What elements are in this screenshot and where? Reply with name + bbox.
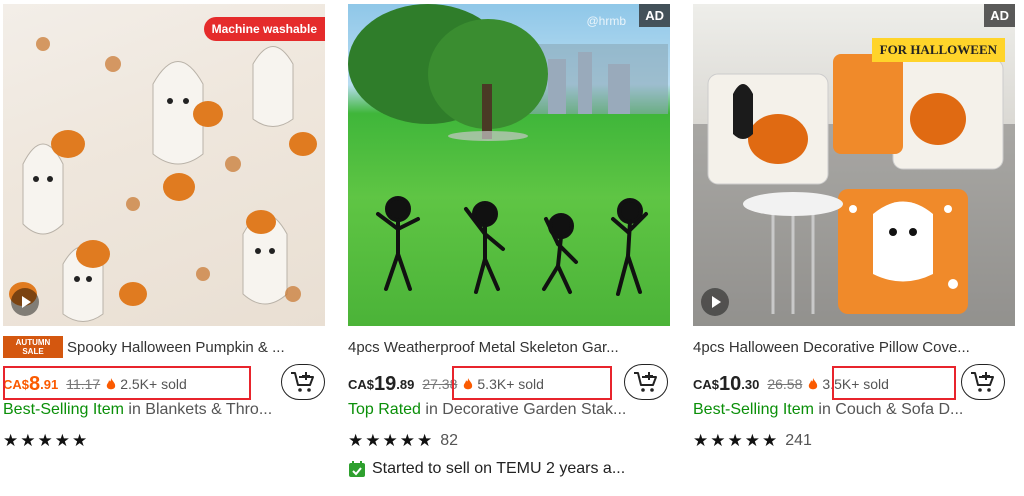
product-title[interactable]: 4pcs Halloween Decorative Pillow Cove...: [693, 339, 970, 356]
category-line[interactable]: Top Rated in Decorative Garden Stak...: [348, 401, 670, 423]
category-line[interactable]: Best-Selling Item in Blankets & Thro...: [3, 401, 325, 423]
annotation-highlight-box: [3, 366, 251, 400]
price-currency: CA$: [348, 376, 375, 392]
review-count: 82: [440, 432, 458, 449]
calendar-check-icon: [349, 461, 365, 477]
best-selling-label: Best-Selling Item: [3, 401, 124, 418]
top-rated-label: Top Rated: [348, 401, 421, 418]
seller-note-row: Started to sell on TEMU 2 years a...: [348, 458, 670, 480]
seller-note: Started to sell on TEMU 2 years a...: [372, 460, 626, 477]
fire-icon: [809, 377, 818, 389]
old-price: 26.58: [767, 376, 803, 392]
rating-stars: ★★★★★ 241: [693, 430, 812, 452]
category-text[interactable]: in Couch & Sofa D...: [814, 401, 963, 418]
stars: ★★★★★: [348, 431, 435, 450]
price-cents: .30: [741, 376, 760, 392]
autumn-sale-badge: AUTUMN SALE: [3, 336, 63, 358]
garden-skeleton-illustration: [348, 4, 668, 296]
add-to-cart-button[interactable]: [624, 364, 668, 400]
autumn-badge-line2: SALE: [22, 347, 44, 356]
price-cents: .89: [396, 376, 415, 392]
product-image[interactable]: AD FOR HALLOWEEN: [693, 4, 1015, 326]
product-card[interactable]: @hrmb AD 4pcs Weatherproof Metal Skeleto…: [348, 0, 678, 496]
product-title-row[interactable]: AUTUMN SALE Spooky Halloween Pumpkin & .…: [3, 336, 325, 358]
product-card[interactable]: Machine washable AUTUMN SALE Spooky Hall…: [3, 0, 333, 496]
annotation-highlight-box: [832, 366, 956, 400]
product-image[interactable]: Machine washable: [3, 4, 325, 326]
best-selling-label: Best-Selling Item: [693, 401, 814, 418]
cart-plus-icon: [634, 372, 657, 392]
stars: ★★★★★: [693, 431, 780, 450]
category-line[interactable]: Best-Selling Item in Couch & Sofa D...: [693, 401, 1015, 423]
for-halloween-badge: FOR HALLOWEEN: [871, 38, 1005, 62]
product-title[interactable]: 4pcs Weatherproof Metal Skeleton Gar...: [348, 339, 619, 356]
machine-washable-badge: Machine washable: [203, 17, 325, 41]
rating-stars: ★★★★★ 82: [348, 430, 458, 452]
cart-plus-icon: [291, 372, 314, 392]
add-to-cart-button[interactable]: [281, 364, 325, 400]
category-text[interactable]: in Blankets & Thro...: [124, 401, 272, 418]
ad-badge: AD: [639, 4, 670, 27]
blanket-illustration: [9, 37, 317, 322]
price-whole: 10: [719, 372, 742, 395]
product-card[interactable]: AD FOR HALLOWEEN 4pcs Halloween Decorati…: [693, 0, 1023, 496]
category-text[interactable]: in Decorative Garden Stak...: [421, 401, 626, 418]
product-image[interactable]: @hrmb AD: [348, 4, 670, 326]
autumn-badge-line1: AUTUMN: [15, 338, 51, 347]
cart-plus-icon: [971, 372, 994, 392]
price-whole: 19: [374, 372, 397, 395]
product-title[interactable]: Spooky Halloween Pumpkin & ...: [67, 339, 285, 356]
product-title-row[interactable]: 4pcs Weatherproof Metal Skeleton Gar...: [348, 336, 670, 358]
stars: ★★★★★: [3, 431, 90, 450]
add-to-cart-button[interactable]: [961, 364, 1005, 400]
review-count: 241: [785, 432, 812, 449]
play-video-icon[interactable]: [11, 288, 39, 316]
price-currency: CA$: [693, 376, 720, 392]
ad-badge: AD: [984, 4, 1015, 27]
image-watermark: @hrmb: [586, 14, 626, 28]
annotation-highlight-box: [452, 366, 612, 400]
play-video-icon[interactable]: [701, 288, 729, 316]
rating-stars: ★★★★★: [3, 430, 89, 452]
product-title-row[interactable]: 4pcs Halloween Decorative Pillow Cove...: [693, 336, 1015, 358]
